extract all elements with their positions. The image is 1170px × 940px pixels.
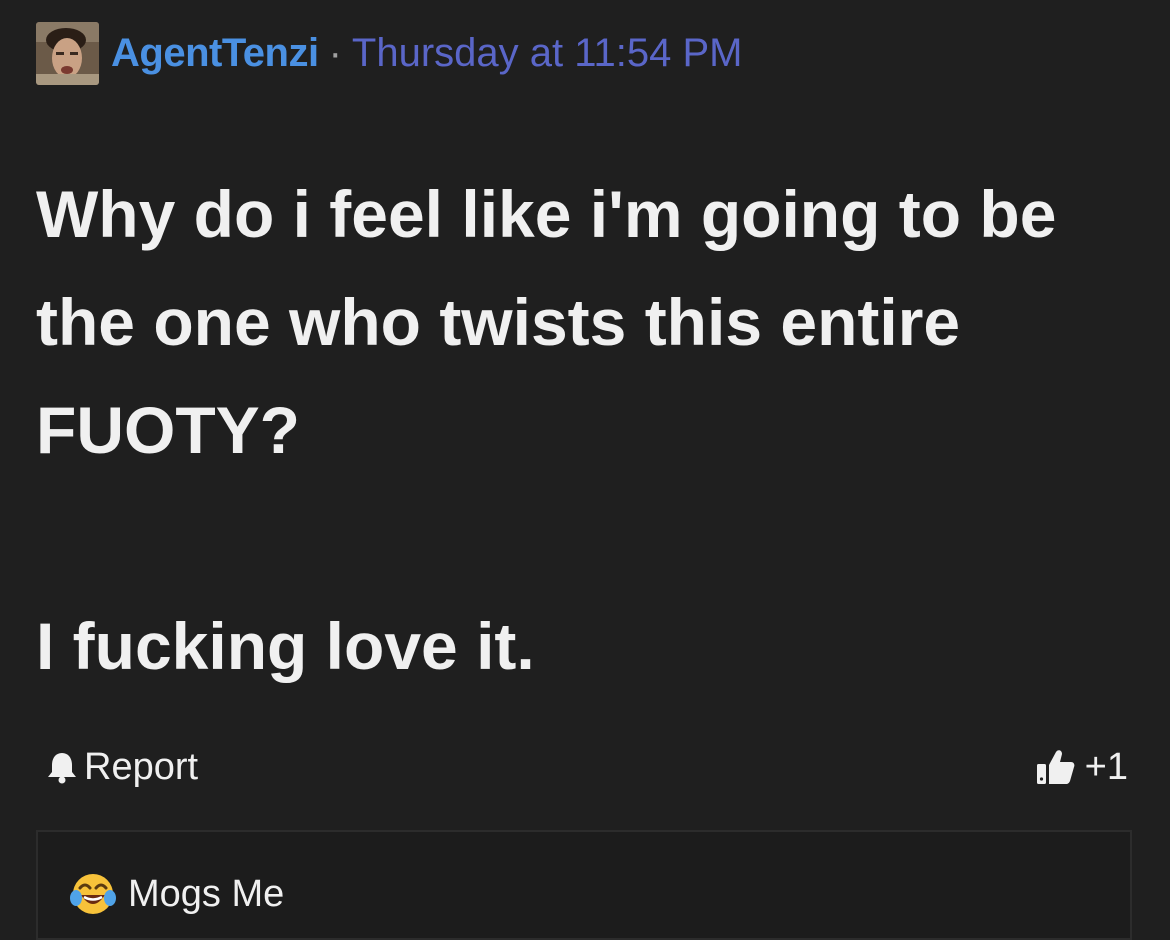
like-button[interactable]: +1 [1035, 744, 1128, 790]
post-body: Why do i feel like i'm going to be the o… [36, 160, 1146, 700]
avatar[interactable] [36, 21, 99, 85]
reaction-label: Mogs Me [128, 872, 285, 915]
post-header: AgentTenzi · Thursday at 11:54 PM [36, 20, 742, 86]
reaction-summary[interactable]: Mogs Me [70, 870, 284, 918]
post-paragraph: Why do i feel like i'm going to be the o… [36, 177, 1057, 467]
post-timestamp[interactable]: Thursday at 11:54 PM [352, 31, 743, 76]
laughing-crying-emoji-icon [70, 871, 116, 917]
like-count: +1 [1084, 745, 1128, 788]
author-username[interactable]: AgentTenzi [111, 31, 319, 76]
reaction-summary-bar: Mogs Me [36, 830, 1132, 940]
report-label: Report [84, 745, 199, 788]
thumbs-up-icon [1035, 748, 1075, 786]
post-paragraph: I fucking love it. [36, 609, 535, 683]
report-button[interactable]: Report [46, 744, 198, 790]
bell-icon [46, 750, 78, 784]
header-separator: · [328, 30, 342, 75]
avatar-image [36, 21, 99, 85]
